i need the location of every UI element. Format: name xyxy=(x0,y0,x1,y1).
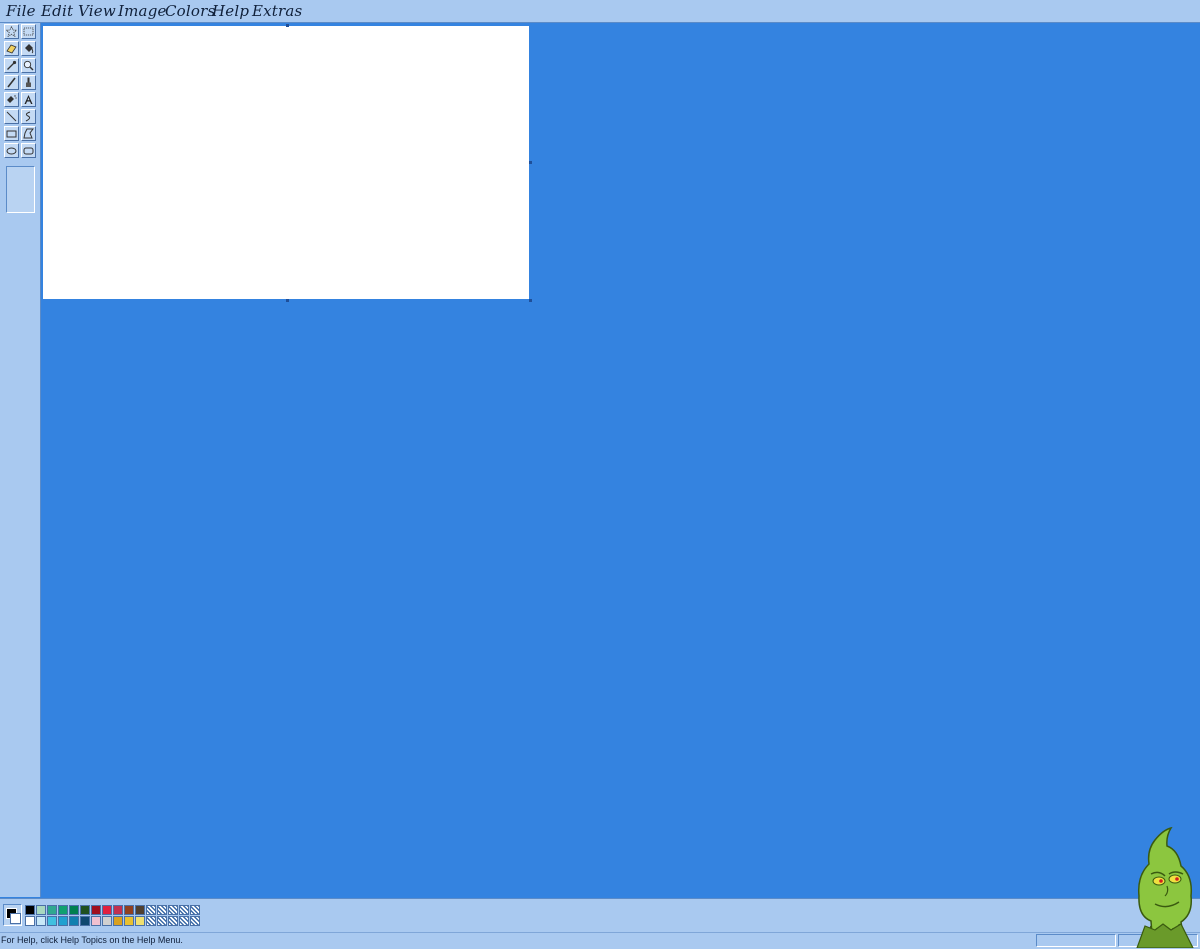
palette-swatch[interactable] xyxy=(47,905,57,915)
palette-swatch[interactable] xyxy=(190,905,200,915)
palette-swatch[interactable] xyxy=(36,905,46,915)
palette-swatch[interactable] xyxy=(190,916,200,926)
grinch-mascot-icon xyxy=(1136,826,1194,948)
palette-swatch[interactable] xyxy=(135,905,145,915)
tool-options-box[interactable] xyxy=(6,166,35,213)
menu-extras[interactable]: Extras xyxy=(252,1,302,21)
palette-swatch[interactable] xyxy=(135,916,145,926)
canvas-resize-handle-corner[interactable] xyxy=(529,299,532,302)
palette-swatch[interactable] xyxy=(124,905,134,915)
tool-free-form-select[interactable] xyxy=(4,24,19,39)
status-coordinates-panel xyxy=(1036,934,1116,947)
brush-icon xyxy=(26,77,31,87)
menu-help[interactable]: Help xyxy=(212,1,249,21)
canvas-resize-handle-right[interactable] xyxy=(529,161,532,164)
ellipse-icon xyxy=(6,147,17,155)
fill-bucket-icon xyxy=(25,44,34,54)
star-select-icon xyxy=(6,26,17,37)
tool-pick-color[interactable] xyxy=(4,58,19,73)
pencil-icon xyxy=(7,77,16,88)
palette-swatch[interactable] xyxy=(102,905,112,915)
tool-polygon[interactable] xyxy=(21,126,36,141)
palette-swatch[interactable] xyxy=(80,916,90,926)
tool-eraser[interactable] xyxy=(4,41,19,56)
tool-ellipse[interactable] xyxy=(4,143,19,158)
palette-swatch[interactable] xyxy=(36,916,46,926)
menu-view[interactable]: View xyxy=(78,1,116,21)
menu-bar: File Edit View Image Colors Help Extras xyxy=(0,0,1200,23)
palette-swatch[interactable] xyxy=(157,916,167,926)
palette-swatch[interactable] xyxy=(113,916,123,926)
menu-edit[interactable]: Edit xyxy=(41,1,73,21)
rectangle-icon xyxy=(6,130,17,138)
palette-swatch[interactable] xyxy=(25,916,35,926)
line-icon xyxy=(6,111,17,122)
tool-pencil[interactable] xyxy=(4,75,19,90)
tool-rounded-rectangle[interactable] xyxy=(21,143,36,158)
status-help-text: For Help, click Help Topics on the Help … xyxy=(1,935,183,945)
palette-swatch[interactable] xyxy=(102,916,112,926)
tool-text[interactable] xyxy=(21,92,36,107)
menu-file[interactable]: File xyxy=(6,1,36,21)
background-color xyxy=(10,913,21,924)
palette-swatch[interactable] xyxy=(47,916,57,926)
palette-swatch[interactable] xyxy=(25,905,35,915)
palette-swatch[interactable] xyxy=(124,916,134,926)
eraser-icon xyxy=(6,44,17,54)
drawing-canvas[interactable] xyxy=(43,26,529,299)
palette-swatch[interactable] xyxy=(58,905,68,915)
palette-swatch[interactable] xyxy=(179,916,189,926)
magnifier-icon xyxy=(23,60,34,71)
tool-brush[interactable] xyxy=(21,75,36,90)
palette-swatch[interactable] xyxy=(113,905,123,915)
airbrush-icon xyxy=(7,95,17,103)
menu-colors[interactable]: Colors xyxy=(165,1,215,21)
tool-rect-select[interactable] xyxy=(21,24,36,39)
palette-swatch[interactable] xyxy=(146,916,156,926)
polygon-icon xyxy=(23,128,34,139)
tool-airbrush[interactable] xyxy=(4,92,19,107)
palette-swatch[interactable] xyxy=(91,916,101,926)
canvas-resize-handle-top[interactable] xyxy=(286,24,289,27)
tool-line[interactable] xyxy=(4,109,19,124)
status-bar: For Help, click Help Topics on the Help … xyxy=(0,932,1200,949)
rect-select-icon xyxy=(23,27,34,36)
current-colors[interactable] xyxy=(3,904,22,926)
curve-icon xyxy=(25,111,31,122)
palette-swatch[interactable] xyxy=(69,905,79,915)
rounded-rectangle-icon xyxy=(23,147,34,155)
canvas-resize-handle-bottom[interactable] xyxy=(286,299,289,302)
palette-swatch[interactable] xyxy=(168,905,178,915)
palette-swatch[interactable] xyxy=(157,905,167,915)
tool-fill[interactable] xyxy=(21,41,36,56)
palette-swatch[interactable] xyxy=(69,916,79,926)
palette-swatch[interactable] xyxy=(168,916,178,926)
tool-curve[interactable] xyxy=(21,109,36,124)
palette-swatch[interactable] xyxy=(58,916,68,926)
tool-rectangle[interactable] xyxy=(4,126,19,141)
palette-swatch[interactable] xyxy=(91,905,101,915)
palette-swatch[interactable] xyxy=(179,905,189,915)
color-palette-bar xyxy=(0,898,1200,933)
palette-swatch[interactable] xyxy=(146,905,156,915)
text-icon xyxy=(24,95,33,104)
eyedropper-icon xyxy=(7,60,17,70)
toolbox xyxy=(0,23,41,897)
tool-magnifier[interactable] xyxy=(21,58,36,73)
menu-image[interactable]: Image xyxy=(118,1,167,21)
palette-swatch[interactable] xyxy=(80,905,90,915)
